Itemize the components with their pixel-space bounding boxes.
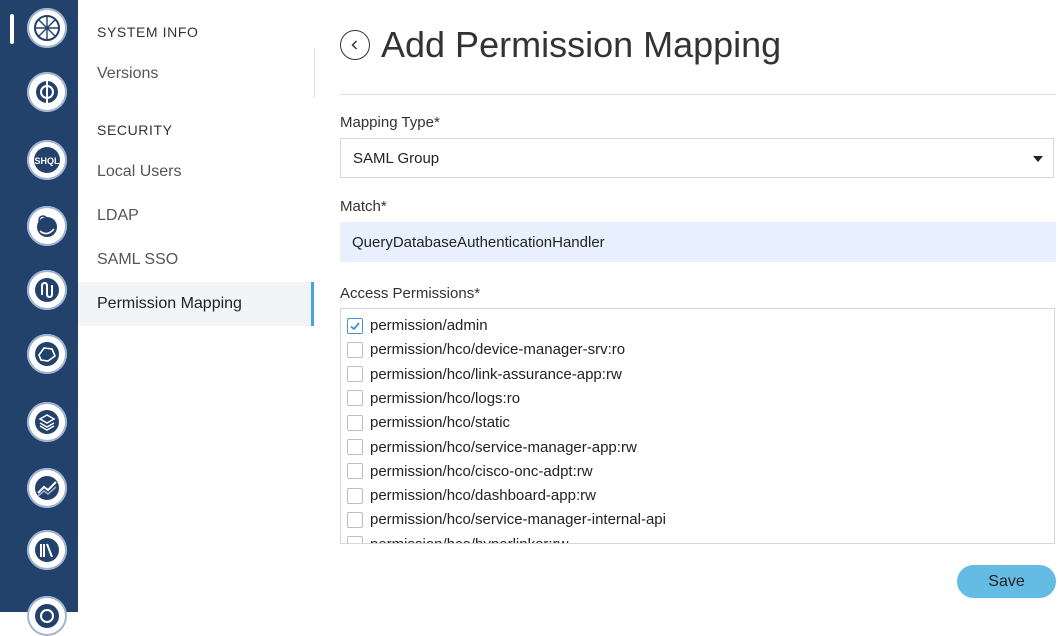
permission-checkbox[interactable] — [347, 414, 363, 431]
permission-checkbox[interactable] — [347, 463, 363, 480]
mapping-type-select[interactable]: SAML Group — [340, 138, 1054, 178]
mapping-type-label: Mapping Type* — [340, 114, 440, 131]
permission-label: permission/hco/static — [370, 414, 511, 432]
permission-option[interactable]: permission/hco/link-assurance-app:rw — [347, 363, 622, 386]
chevron-left-icon — [351, 40, 358, 50]
permission-checkbox[interactable] — [347, 390, 363, 407]
save-button[interactable]: Save — [957, 565, 1056, 598]
system-info-heading: SYSTEM INFO — [97, 24, 199, 40]
app-logo-icon[interactable] — [27, 8, 67, 48]
nav-divider — [314, 48, 315, 98]
match-label: Match* — [340, 198, 387, 215]
match-input[interactable] — [340, 222, 1056, 262]
satellite-icon[interactable] — [27, 206, 67, 246]
map-network-icon[interactable] — [27, 334, 67, 374]
permission-checkbox[interactable] — [347, 536, 363, 543]
nav-item-local-users[interactable]: Local Users — [78, 150, 314, 194]
permission-label: permission/hco/cisco-onc-adpt:rw — [370, 462, 593, 480]
security-heading: SECURITY — [97, 122, 173, 138]
link-chain-icon[interactable] — [27, 270, 67, 310]
nav-item-saml-sso[interactable]: SAML SSO — [78, 238, 314, 282]
trend-chart-icon[interactable] — [27, 468, 67, 508]
rail-active-indicator — [10, 14, 14, 44]
permission-label: permission/admin — [370, 317, 488, 334]
nav-item-ldap[interactable]: LDAP — [78, 194, 314, 238]
permission-label: permission/hco/service-manager-internal-… — [370, 511, 666, 529]
permission-checkbox[interactable] — [347, 366, 363, 383]
permission-option[interactable]: permission/hco/static — [347, 411, 510, 434]
permission-checkbox[interactable] — [347, 317, 363, 334]
app-rail: SHQL — [0, 0, 78, 636]
permission-label: permission/hco/hyperlinker:rw — [370, 536, 568, 543]
shql-icon-label: SHQL — [34, 156, 60, 166]
permission-option[interactable]: permission/hco/logs:ro — [347, 387, 520, 410]
access-permissions-list[interactable]: permission/admin permission/hco/device-ma… — [340, 308, 1055, 544]
permission-label: permission/hco/service-manager-app:rw — [370, 438, 637, 456]
nav-item-permission-mapping[interactable]: Permission Mapping — [78, 282, 314, 326]
permission-label: permission/hco/device-manager-srv:ro — [370, 341, 626, 359]
main-content: Add Permission Mapping Mapping Type* SAM… — [340, 0, 1056, 612]
library-icon[interactable] — [27, 530, 67, 570]
permission-option[interactable]: permission/hco/service-manager-internal-… — [347, 508, 666, 531]
permission-label: permission/hco/dashboard-app:rw — [370, 487, 596, 505]
permission-option[interactable]: permission/hco/service-manager-app:rw — [347, 436, 637, 459]
permission-checkbox[interactable] — [347, 439, 363, 455]
nav-item-versions[interactable]: Versions — [78, 52, 314, 96]
permission-checkbox[interactable] — [347, 487, 363, 504]
settings-nav: SYSTEM INFO Versions SECURITY Local User… — [78, 0, 314, 612]
permission-checkbox[interactable] — [347, 511, 363, 528]
permission-option[interactable]: permission/hco/dashboard-app:rw — [347, 484, 596, 507]
dropdown-caret-icon — [1033, 156, 1043, 162]
back-button[interactable] — [340, 30, 370, 60]
title-divider — [340, 94, 1056, 95]
permission-option[interactable]: permission/admin — [347, 314, 488, 337]
permission-label: permission/hco/logs:ro — [370, 389, 521, 407]
checkmark-icon — [350, 321, 360, 330]
permission-checkbox[interactable] — [347, 341, 363, 358]
access-permissions-label: Access Permissions* — [340, 285, 481, 302]
mapping-type-value: SAML Group — [353, 149, 440, 167]
layers-icon[interactable] — [27, 402, 67, 442]
shql-icon[interactable]: SHQL — [27, 140, 67, 180]
permission-option[interactable]: permission/hco/hyperlinker:rw — [347, 533, 568, 543]
page-title: Add Permission Mapping — [381, 24, 782, 65]
permission-option[interactable]: permission/hco/device-manager-srv:ro — [347, 338, 625, 361]
permission-label: permission/hco/link-assurance-app:rw — [370, 365, 622, 383]
target-icon[interactable] — [27, 596, 67, 636]
chart-globe-icon[interactable] — [27, 72, 67, 112]
permission-option[interactable]: permission/hco/cisco-onc-adpt:rw — [347, 460, 593, 483]
